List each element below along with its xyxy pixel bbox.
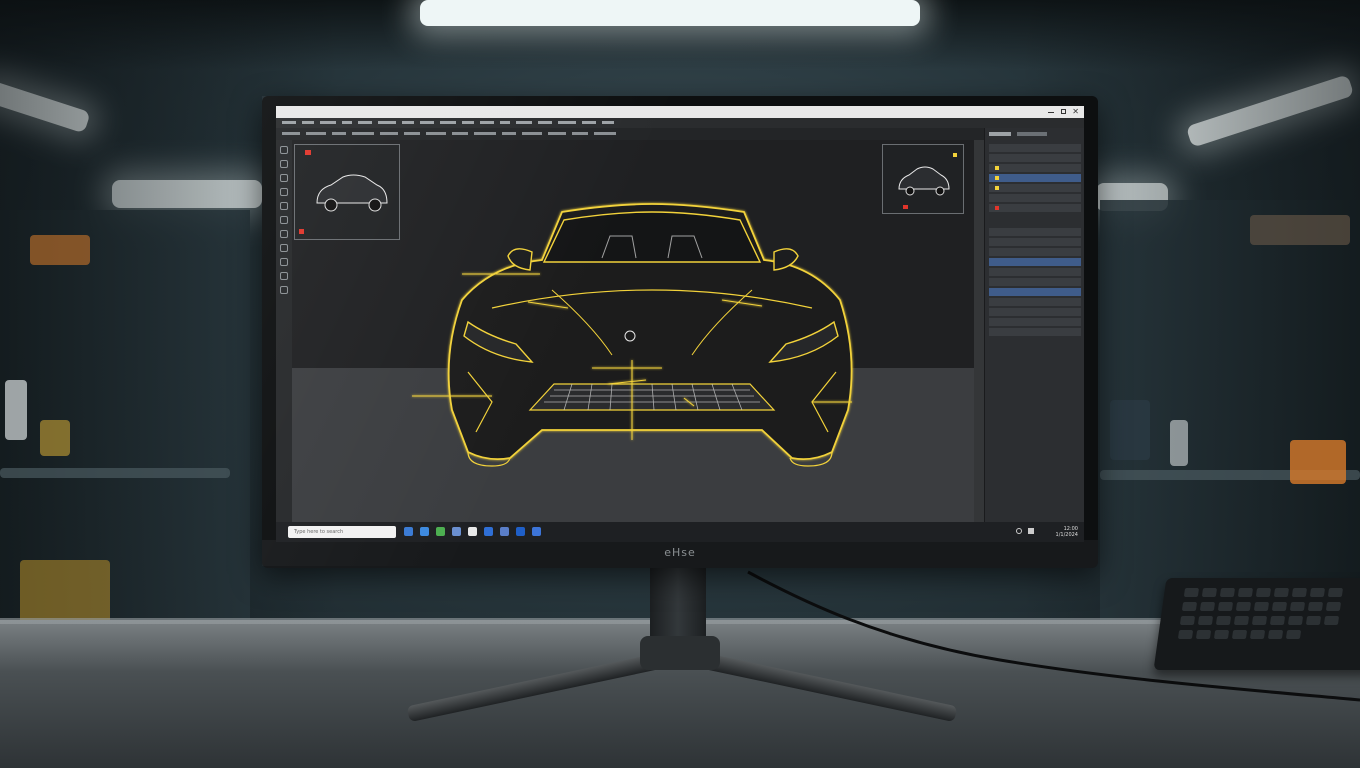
minimize-icon[interactable]	[1048, 112, 1054, 113]
keyboard	[1153, 578, 1360, 670]
os-taskbar: Type here to search 12:00 1/1/2024	[276, 522, 1084, 542]
brush-tool-icon[interactable]	[280, 202, 288, 210]
layer-row[interactable]	[989, 164, 1081, 172]
tools-panel	[276, 140, 292, 522]
workshop-scene: eHse ✕ Type here to search 12:00 1/1/202…	[0, 0, 1360, 768]
layer-row[interactable]	[989, 318, 1081, 326]
crop-tool-icon[interactable]	[280, 188, 288, 196]
zoom-tool-icon[interactable]	[280, 272, 288, 280]
layer-row[interactable]	[989, 308, 1081, 316]
layer-color-tag	[995, 186, 999, 190]
app-icon[interactable]	[436, 527, 445, 536]
layer-row[interactable]	[989, 278, 1081, 286]
layer-row[interactable]	[989, 268, 1081, 276]
layer-row-selected[interactable]	[989, 258, 1081, 266]
layer-row-selected[interactable]	[989, 174, 1081, 182]
lasso-tool-icon[interactable]	[280, 174, 288, 182]
menu-items[interactable]	[282, 118, 642, 128]
app-icon[interactable]	[516, 527, 525, 536]
layer-row[interactable]	[989, 204, 1081, 212]
layer-row[interactable]	[989, 154, 1081, 162]
layer-row[interactable]	[989, 298, 1081, 306]
app-title-bar: ✕	[276, 106, 1084, 118]
layer-row[interactable]	[989, 144, 1081, 152]
monitor-base	[640, 636, 720, 670]
toolbar-options[interactable]	[282, 128, 682, 140]
app-icon[interactable]	[452, 527, 461, 536]
monitor-screen: ✕ Type here to search 12:00 1/1/2024	[276, 106, 1084, 542]
layer-color-tag	[995, 166, 999, 170]
app-toolbar	[276, 128, 1084, 140]
layer-row[interactable]	[989, 194, 1081, 202]
layer-color-tag	[995, 206, 999, 210]
layer-row-selected[interactable]	[989, 288, 1081, 296]
move-tool-icon[interactable]	[280, 146, 288, 154]
monitor-brand-logo: eHse	[664, 546, 696, 559]
eraser-tool-icon[interactable]	[280, 216, 288, 224]
monitor-neck	[650, 566, 706, 636]
layer-row[interactable]	[989, 238, 1081, 246]
volume-icon[interactable]	[1028, 528, 1034, 534]
layer-row[interactable]	[989, 184, 1081, 192]
layer-row[interactable]	[989, 248, 1081, 256]
layer-color-tag	[995, 176, 999, 180]
file-explorer-icon[interactable]	[404, 527, 413, 536]
clock-date: 1/1/2024	[1055, 532, 1078, 538]
shape-tool-icon[interactable]	[280, 258, 288, 266]
wifi-icon[interactable]	[1016, 528, 1022, 534]
text-tool-icon[interactable]	[280, 244, 288, 252]
hand-tool-icon[interactable]	[280, 286, 288, 294]
browser-icon[interactable]	[420, 527, 429, 536]
maximize-icon[interactable]	[1061, 109, 1066, 114]
layer-row[interactable]	[989, 228, 1081, 236]
layer-row[interactable]	[989, 328, 1081, 336]
car-wireframe-drawing[interactable]	[292, 140, 974, 522]
app-icon[interactable]	[500, 527, 509, 536]
app-icon[interactable]	[484, 527, 493, 536]
layers-panel	[984, 128, 1084, 522]
system-clock[interactable]: 12:00 1/1/2024	[1056, 526, 1078, 538]
app-icon[interactable]	[532, 527, 541, 536]
select-tool-icon[interactable]	[280, 160, 288, 168]
document-canvas[interactable]	[292, 140, 974, 522]
app-icon[interactable]	[468, 527, 477, 536]
pen-tool-icon[interactable]	[280, 230, 288, 238]
app-menu-bar	[276, 118, 1084, 128]
close-icon[interactable]: ✕	[1072, 107, 1079, 117]
taskbar-search-input[interactable]: Type here to search	[288, 526, 396, 538]
